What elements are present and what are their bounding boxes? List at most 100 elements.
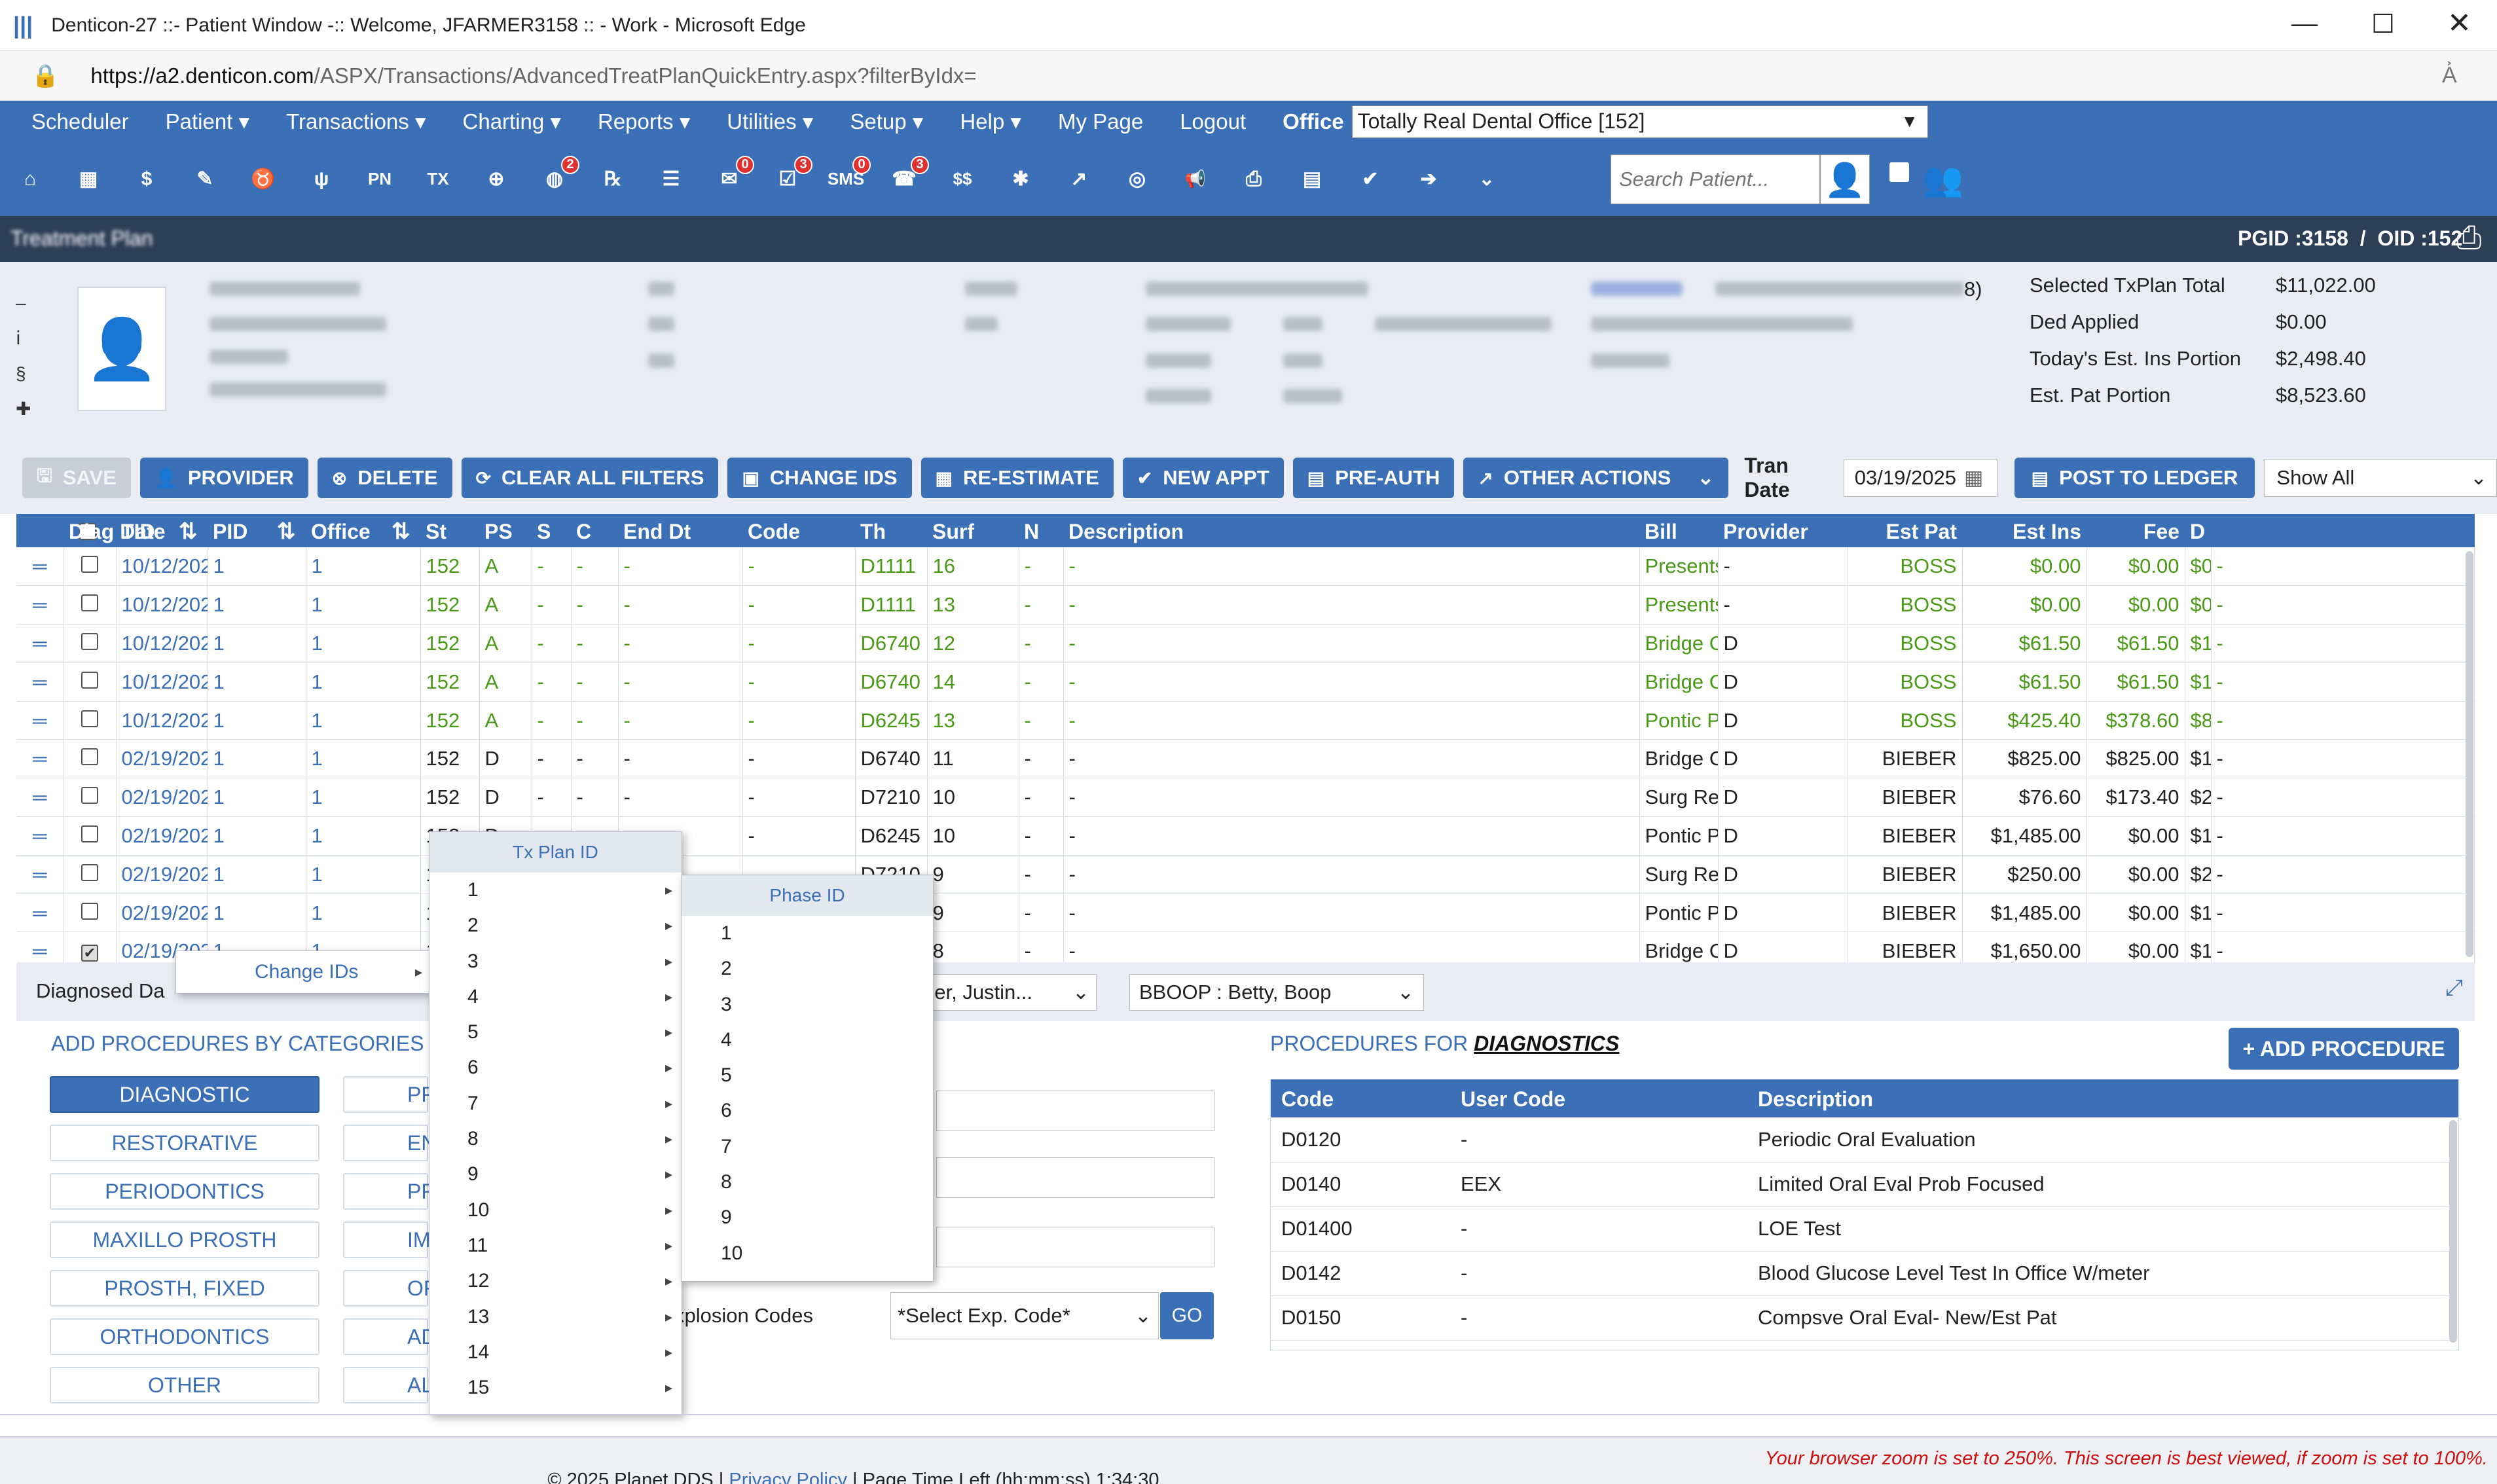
scan-icon[interactable]: ▤ xyxy=(1291,158,1333,200)
category-button[interactable]: MAXILLO PROSTH xyxy=(50,1222,319,1258)
sort-icon[interactable]: ⇅ xyxy=(179,514,198,550)
nav-logout[interactable]: Logout xyxy=(1180,109,1246,134)
row-checkbox[interactable]: ✔ xyxy=(81,945,98,962)
nav-my-page[interactable]: My Page xyxy=(1058,109,1143,134)
row-checkbox[interactable] xyxy=(81,902,98,920)
table-row[interactable]: ═10/12/202211152A----D674014--Bridge Cro… xyxy=(16,662,2475,702)
phase-id-item[interactable]: 5 xyxy=(682,1058,933,1093)
provider-button[interactable]: 👤 PROVIDER xyxy=(139,458,308,498)
re-estimate-button[interactable]: ▦ RE-ESTIMATE xyxy=(920,458,1114,498)
read-aloud-icon[interactable]: A͐ xyxy=(2442,63,2457,88)
category-button[interactable]: ORTHODONTICS xyxy=(50,1318,319,1355)
tran-date-input[interactable]: 03/19/2025 ▦ xyxy=(1843,459,1997,497)
tx-icon[interactable]: TX xyxy=(417,158,459,200)
minimize-icon[interactable]: — xyxy=(2291,9,2318,39)
change-ids-menu[interactable]: Change IDs ▸ xyxy=(175,950,432,994)
table-row[interactable]: ═02/19/202411152D----D721010--Surg Remov… xyxy=(16,778,2475,818)
txplan-id-item[interactable]: 10 ▸ xyxy=(429,1193,682,1228)
tooth-icon[interactable]: ♉ xyxy=(242,158,284,200)
toolbar-checkbox[interactable] xyxy=(1889,162,1909,182)
messages-icon[interactable]: ✉ 0 xyxy=(708,155,754,200)
column-header[interactable]: Description xyxy=(1068,514,1184,550)
sms-icon[interactable]: SMS 0 xyxy=(825,155,871,200)
print-icon[interactable]: ⎙ xyxy=(2456,220,2481,257)
table-row[interactable]: ═02/19/202411152D----D62459--Pontic Porc… xyxy=(16,894,2475,933)
new-appt-button[interactable]: ✔ NEW APPT xyxy=(1122,458,1284,498)
drag-handle-icon[interactable]: ═ xyxy=(33,825,46,847)
other-actions-button[interactable]: ↗ OTHER ACTIONS ⌄ xyxy=(1463,458,1729,498)
patient-search-icon[interactable]: 👤 xyxy=(1820,154,1870,204)
column-header[interactable]: N xyxy=(1024,514,1039,550)
nav-setup[interactable]: Setup ▾ xyxy=(850,109,923,134)
network-icon[interactable]: ✱ xyxy=(1000,158,1042,200)
explosion-code-select[interactable]: *Select Exp. Code* ⌄ xyxy=(890,1292,1159,1339)
category-button[interactable]: END xyxy=(343,1125,452,1161)
group-search-icon[interactable]: 👥 xyxy=(1918,154,1968,204)
category-button[interactable]: PRO xyxy=(343,1173,452,1210)
expand-icons[interactable]: – ⅰ § ✚ xyxy=(16,285,31,427)
column-header[interactable]: St xyxy=(426,514,447,550)
support-icon[interactable]: ☎ 3 xyxy=(883,155,929,200)
column-header[interactable]: Est Pat xyxy=(1886,514,1957,550)
globe-icon[interactable]: ◍ 2 xyxy=(534,155,579,200)
table-row[interactable]: ═02/19/202411152D----D674011--Bridge Cro… xyxy=(16,739,2475,779)
txplan-id-item[interactable]: 7 ▸ xyxy=(429,1086,682,1121)
address-bar[interactable]: 🔒 https://a2.denticon.com/ASPX/Transacti… xyxy=(0,51,2497,101)
list-item[interactable]: D0120- Periodic Oral Evaluation xyxy=(1271,1117,2449,1163)
tasks-icon[interactable]: ☑ 3 xyxy=(767,155,812,200)
rx-icon[interactable]: ℞ xyxy=(592,158,634,200)
list-item[interactable]: D0150- Compsve Oral Eval- New/Est Pat xyxy=(1271,1295,2449,1341)
add-patient-icon[interactable]: ⊕ xyxy=(475,158,517,200)
drag-handle-icon[interactable]: ═ xyxy=(33,864,46,886)
category-button[interactable]: RESTORATIVE xyxy=(50,1125,319,1161)
column-header[interactable]: Th xyxy=(860,514,886,550)
txplan-id-item[interactable]: 3 ▸ xyxy=(429,944,682,979)
table-row[interactable]: ═10/12/202211152A----D674012--Bridge Cro… xyxy=(16,624,2475,663)
txplan-id-item[interactable]: 5 ▸ xyxy=(429,1015,682,1050)
category-button[interactable]: IMP xyxy=(343,1222,445,1258)
expand-icon[interactable]: ⤢ xyxy=(2445,975,2463,1001)
phase-id-item[interactable]: 4 xyxy=(682,1023,933,1058)
nav-reports[interactable]: Reports ▾ xyxy=(598,109,690,134)
txplan-id-item[interactable]: 15 ▸ xyxy=(429,1370,682,1405)
drag-handle-icon[interactable]: ═ xyxy=(33,594,46,616)
close-icon[interactable]: ✕ xyxy=(2447,7,2471,40)
clear-filters-button[interactable]: ⟳ CLEAR ALL FILTERS xyxy=(461,458,719,498)
phase-id-item[interactable]: 6 xyxy=(682,1093,933,1129)
change-ids-button[interactable]: ▣ CHANGE IDS xyxy=(727,458,912,498)
search-patient-input[interactable] xyxy=(1619,168,1815,191)
procedures-scrollbar[interactable] xyxy=(2449,1120,2457,1343)
table-row[interactable]: ═10/12/202211152A----D624513--Pontic Por… xyxy=(16,701,2475,740)
megaphone-icon[interactable]: 📢 xyxy=(1175,158,1216,200)
maximize-icon[interactable]: ☐ xyxy=(2371,9,2395,39)
table-row[interactable]: ═10/12/202211152A----D111113--Presents F… xyxy=(16,585,2475,625)
column-header[interactable]: Fee xyxy=(2143,514,2179,550)
web-icon[interactable]: ◎ xyxy=(1116,158,1158,200)
nav-transactions[interactable]: Transactions ▾ xyxy=(286,109,426,134)
nav-charting[interactable]: Charting ▾ xyxy=(463,109,561,134)
tooth-roots-icon[interactable]: ψ xyxy=(301,158,342,200)
chevron-shield-icon[interactable]: ⌄ xyxy=(1466,158,1508,200)
column-header[interactable]: S xyxy=(537,514,551,550)
change-ids-menu-item[interactable]: Change IDs ▸ xyxy=(176,951,431,993)
column-header[interactable]: End Dt xyxy=(623,514,691,550)
row-checkbox[interactable] xyxy=(81,863,98,881)
go-button[interactable]: GO xyxy=(1160,1292,1214,1339)
txplan-id-item[interactable]: 13 ▸ xyxy=(429,1299,682,1335)
table-row[interactable]: ═02/19/202411152D----D624510--Pontic Por… xyxy=(16,816,2475,856)
column-header[interactable]: Est Ins xyxy=(2013,514,2081,550)
nav-scheduler[interactable]: Scheduler xyxy=(31,109,129,134)
phase-id-item[interactable]: 3 xyxy=(682,987,933,1023)
grid-scrollbar[interactable] xyxy=(2466,551,2473,957)
txplan-id-item[interactable]: 11 ▸ xyxy=(429,1228,682,1263)
category-button[interactable]: ADJ xyxy=(343,1318,447,1355)
form-input-1[interactable] xyxy=(936,1091,1214,1131)
txplan-id-item[interactable]: 6 ▸ xyxy=(429,1050,682,1085)
nav-patient[interactable]: Patient ▾ xyxy=(166,109,249,134)
txplan-id-item[interactable]: 8 ▸ xyxy=(429,1121,682,1157)
list-item[interactable]: D01400- LOE Test xyxy=(1271,1206,2449,1252)
drag-handle-icon[interactable]: ═ xyxy=(33,787,46,808)
form-input-2[interactable] xyxy=(936,1157,1214,1198)
list-item[interactable]: D0140 EEX Limited Oral Eval Prob Focused xyxy=(1271,1162,2449,1207)
post-to-ledger-button[interactable]: ▤ POST TO LEDGER xyxy=(2014,458,2255,498)
